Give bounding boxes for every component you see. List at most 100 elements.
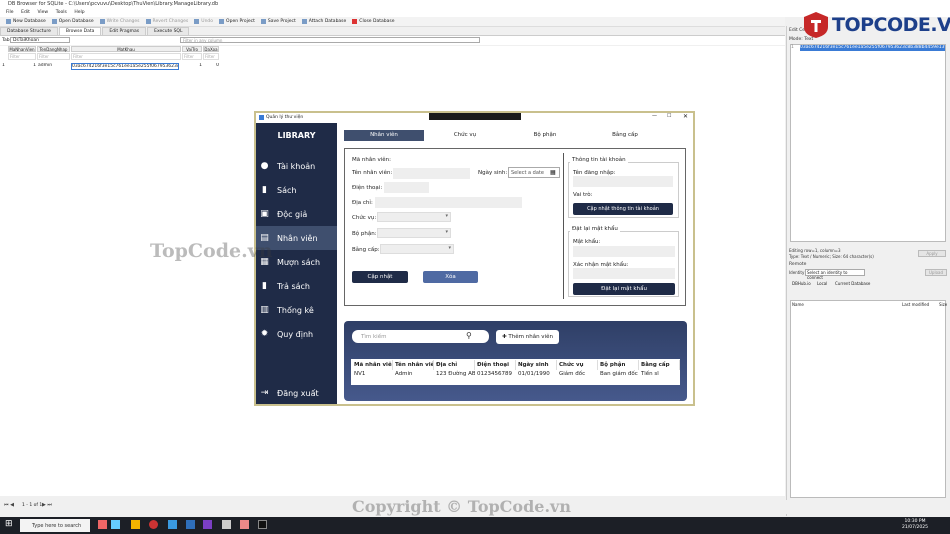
nav-thong-ke[interactable]: ▥ Thống kê: [256, 298, 337, 322]
nav-doc-gia[interactable]: ▣ Độc giả: [256, 202, 337, 226]
bang-cap-select[interactable]: ▾: [380, 244, 454, 254]
tab-bang-cap[interactable]: Bằng cấp: [585, 130, 665, 141]
tab-nhan-vien[interactable]: Nhân viên: [344, 130, 424, 141]
visual-studio-icon[interactable]: [203, 520, 212, 529]
username-input[interactable]: [573, 176, 673, 187]
remote-tab-local[interactable]: Local: [817, 281, 827, 286]
table-select[interactable]: DsTaiKhoan: [10, 37, 70, 43]
write-changes-button[interactable]: Write Changes: [99, 19, 140, 24]
running-app-icon[interactable]: [240, 520, 249, 529]
upload-button[interactable]: Upload: [925, 269, 947, 276]
th-ten-nv[interactable]: Tên nhân viên: [393, 360, 434, 370]
ten-nv-input[interactable]: [393, 168, 470, 179]
cell-matkhau[interactable]: 03ac674216f3e15c761ee1a5e255f067953623c8…: [71, 63, 179, 70]
taskbar-search[interactable]: Type here to search: [20, 519, 90, 532]
menu-view[interactable]: View: [37, 10, 48, 15]
filter-daxoa[interactable]: Filter: [203, 53, 219, 60]
revert-changes-button[interactable]: Revert Changes: [145, 19, 188, 24]
db-browser-icon[interactable]: [222, 520, 231, 529]
vscode-icon[interactable]: [168, 520, 177, 529]
col-header-manhanvien[interactable]: MaNhanVien: [8, 46, 36, 52]
menu-help[interactable]: Help: [74, 10, 84, 15]
save-project-button[interactable]: Save Project: [260, 19, 296, 24]
filter-tendangnhap[interactable]: Filter: [37, 53, 70, 60]
search-icon[interactable]: ⚲: [466, 331, 472, 340]
cell-daxoa[interactable]: 0: [203, 63, 219, 70]
open-database-button[interactable]: Open Database: [51, 19, 94, 24]
close-icon[interactable]: ✕: [683, 113, 688, 120]
cell-manhanvien[interactable]: 1: [8, 63, 36, 70]
nav-dang-xuat[interactable]: ⇥ Đăng xuất: [256, 381, 337, 405]
tab-edit-pragmas[interactable]: Edit Pragmas: [102, 27, 147, 35]
tab-database-structure[interactable]: Database Structure: [0, 27, 58, 35]
tab-execute-sql[interactable]: Execute SQL: [147, 27, 190, 35]
close-database-button[interactable]: Close Database: [352, 19, 394, 24]
cell-tendangnhap[interactable]: admin: [38, 63, 70, 70]
remote-title: Remote: [789, 262, 807, 267]
filter-vaitro[interactable]: Filter: [182, 53, 202, 60]
terminal-icon[interactable]: [258, 520, 267, 529]
th-ngay-sinh[interactable]: Ngày sinh: [516, 360, 557, 370]
update-account-button[interactable]: Cập nhật thông tin tài khoản: [573, 203, 673, 215]
th-bang-cap[interactable]: Bằng cấp: [639, 360, 680, 370]
pager-controls[interactable]: ⏮ ◀: [4, 502, 14, 508]
th-dia-chi[interactable]: Địa chỉ: [434, 360, 475, 370]
tab-bo-phan[interactable]: Bộ phận: [505, 130, 585, 141]
filter-matkhau[interactable]: Filter: [71, 53, 181, 60]
menu-tools[interactable]: Tools: [56, 10, 67, 15]
apply-button[interactable]: Apply: [918, 250, 946, 257]
col-header-daxoa[interactable]: DaXoa: [203, 46, 219, 52]
col-header-tendangnhap[interactable]: TenDangNhap: [37, 46, 70, 52]
menu-file[interactable]: File: [6, 10, 14, 15]
minimize-icon[interactable]: —: [652, 113, 657, 119]
filter-manhanvien[interactable]: Filter: [8, 53, 36, 60]
calendar-icon[interactable]: ▦: [550, 169, 556, 176]
filter-all-input[interactable]: Filter in any column: [180, 37, 480, 43]
tab-chuc-vu[interactable]: Chức vụ: [425, 130, 505, 141]
col-header-vaitro[interactable]: VaiTro: [182, 46, 202, 52]
browser-icon[interactable]: [149, 520, 158, 529]
table-row[interactable]: NV1 Admin 123 Đường AB 0123456789 01/01/…: [352, 370, 680, 379]
th-dien-thoai[interactable]: Điện thoại: [475, 360, 516, 370]
nav-quy-dinh[interactable]: ✹ Quy định: [256, 322, 337, 346]
col-header-matkhau[interactable]: MatKhau: [71, 46, 181, 52]
new-database-button[interactable]: New Database: [6, 19, 46, 24]
remote-tab-dbhub[interactable]: DBHub.io: [792, 281, 811, 286]
taskview-icon[interactable]: [111, 520, 120, 529]
maximize-icon[interactable]: ☐: [667, 113, 671, 119]
file-explorer-icon[interactable]: [131, 520, 140, 529]
cell-vaitro[interactable]: 1: [182, 63, 202, 70]
taskbar-clock[interactable]: 10:30 PM 21/07/2025: [902, 519, 928, 531]
nav-sach[interactable]: ▮ Sách: [256, 178, 337, 202]
windows-start-icon[interactable]: ⊞: [5, 520, 14, 529]
debug-toolbar[interactable]: [429, 113, 521, 120]
identity-select[interactable]: Select an identity to connect: [805, 269, 865, 280]
reset-password-button[interactable]: Đặt lại mật khẩu: [573, 283, 675, 295]
pager-next-controls[interactable]: ▶ ⏭: [42, 502, 52, 508]
remote-tab-current[interactable]: Current Database: [835, 281, 870, 286]
th-ma-nv[interactable]: Mã nhân viên: [352, 360, 393, 370]
th-bo-phan[interactable]: Bộ phận: [598, 360, 639, 370]
password-input[interactable]: [573, 246, 675, 257]
delete-button[interactable]: Xóa: [423, 271, 478, 283]
attach-database-button[interactable]: Attach Database: [301, 19, 346, 24]
menu-edit[interactable]: Edit: [21, 10, 30, 15]
app-icon[interactable]: [186, 520, 195, 529]
open-project-button[interactable]: Open Project: [219, 19, 255, 24]
th-chuc-vu[interactable]: Chức vụ: [557, 360, 598, 370]
add-employee-button[interactable]: ✚ Thêm nhân viên: [496, 330, 559, 344]
update-button[interactable]: Cập nhật: [352, 271, 408, 283]
edit-cell-editor[interactable]: [790, 44, 946, 242]
confirm-input[interactable]: [573, 268, 675, 279]
chuc-vu-select[interactable]: ▾: [377, 212, 451, 222]
tab-browse-data[interactable]: Browse Data: [58, 27, 102, 35]
undo-button[interactable]: Undo: [194, 19, 213, 24]
nav-tai-khoan[interactable]: ● Tài khoản: [256, 154, 337, 178]
widgets-icon[interactable]: [98, 520, 107, 529]
nav-tra-sach[interactable]: ▮ Trả sách: [256, 274, 337, 298]
identity-label: Identity: [789, 270, 805, 275]
bo-phan-select[interactable]: ▾: [377, 228, 451, 238]
dia-chi-input[interactable]: [375, 197, 522, 208]
edit-cell-value[interactable]: 03ac674216f3e15c761ee1a5e255f067953623c8…: [800, 45, 945, 51]
dien-thoai-input[interactable]: [384, 182, 429, 193]
